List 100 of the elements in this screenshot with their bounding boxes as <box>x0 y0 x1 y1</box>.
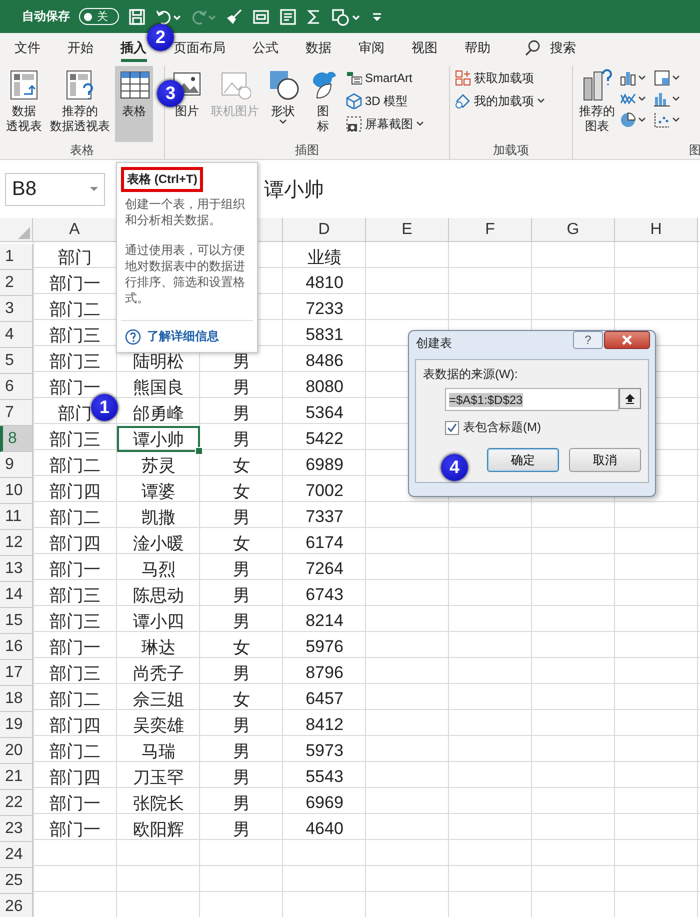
row-header[interactable]: 25 <box>0 868 33 894</box>
autosave-toggle[interactable]: 关 <box>79 8 119 25</box>
scatter-chart-icon[interactable] <box>654 112 670 128</box>
ribbon-button[interactable]: 我的加载项 <box>453 91 547 111</box>
row-header[interactable]: 1 <box>0 244 33 270</box>
ribbon-button[interactable]: 屏幕截图 <box>344 114 426 134</box>
save-icon[interactable] <box>128 8 146 26</box>
shapes-icon[interactable] <box>331 8 361 26</box>
column-header[interactable]: H <box>615 218 698 242</box>
table-cell-text: 男 <box>233 818 250 840</box>
ribbon-tab[interactable]: 帮助 <box>464 33 490 62</box>
table-cell-text: 部门三 <box>50 584 100 606</box>
hierarchy-chart-icon[interactable] <box>654 70 670 86</box>
ribbon-button[interactable]: 3D 模型 <box>344 91 426 111</box>
dialog-title: 创建表 <box>416 334 453 352</box>
range-picker-button[interactable] <box>619 388 641 409</box>
table-cell: 7233 <box>306 299 344 319</box>
table-cell-text: 张院长 <box>133 792 184 814</box>
ribbon-button[interactable]: 图 标 <box>304 66 342 142</box>
row-header[interactable]: 6 <box>0 374 33 400</box>
ribbon-button[interactable]: SmartArt <box>344 68 426 88</box>
column-header[interactable]: E <box>366 218 449 242</box>
table-cell[interactable]: 谭小帅 <box>117 426 200 452</box>
ribbon-button[interactable]: 形状 <box>264 66 302 142</box>
table-cell-text: 男 <box>233 402 250 424</box>
dialog-button[interactable]: 取消 <box>569 448 641 472</box>
ribbon-tab[interactable]: 审阅 <box>358 33 384 62</box>
ribbon-tab[interactable]: 页面布局 <box>174 33 226 62</box>
close-button[interactable] <box>604 331 650 349</box>
statistic-chart-icon[interactable] <box>654 91 670 107</box>
row-header[interactable]: 12 <box>0 530 33 556</box>
ribbon-button[interactable]: 获取加载项 <box>453 68 547 88</box>
pie-chart-icon[interactable] <box>620 112 636 128</box>
row-header[interactable]: 23 <box>0 816 33 842</box>
row-header[interactable]: 17 <box>0 660 33 686</box>
checkbox[interactable] <box>445 420 459 434</box>
ribbon-button[interactable]: 推荐的 图表 <box>576 66 618 142</box>
row-header[interactable]: 9 <box>0 452 33 478</box>
row-header[interactable]: 16 <box>0 634 33 660</box>
line-chart-icon[interactable] <box>620 91 636 107</box>
column-header[interactable]: G <box>532 218 615 242</box>
column-header[interactable]: D <box>283 218 366 242</box>
input-field[interactable]: =$A$1:$D$23 <box>445 388 619 411</box>
search-label[interactable]: 搜索 <box>550 38 576 56</box>
undo-icon[interactable] <box>155 8 181 26</box>
row-header[interactable]: 20 <box>0 738 33 764</box>
brush-icon[interactable] <box>225 8 243 26</box>
row-header[interactable]: 2 <box>0 270 33 296</box>
row-header[interactable]: 22 <box>0 790 33 816</box>
column-header[interactable]: F <box>449 218 532 242</box>
caret-icon[interactable] <box>638 75 646 81</box>
table-cell-text: 女 <box>233 636 250 658</box>
table-cell-text: 部门二 <box>50 740 100 762</box>
ribbon-tab[interactable]: 开始 <box>68 33 94 62</box>
row-header[interactable]: 26 <box>0 894 33 917</box>
dialog-button[interactable]: 确定 <box>487 448 559 472</box>
column-chart-icon[interactable] <box>620 70 636 86</box>
table-cell: 5543 <box>306 767 344 787</box>
ribbon-tab[interactable]: 公式 <box>252 33 278 62</box>
row-header[interactable]: 3 <box>0 296 33 322</box>
caret-icon[interactable] <box>638 117 646 123</box>
caret-icon[interactable] <box>672 96 680 102</box>
form-icon[interactable] <box>252 8 270 26</box>
table-cell-text: 部门三 <box>50 324 100 346</box>
row-header[interactable]: 19 <box>0 712 33 738</box>
ribbon-tab[interactable]: 视图 <box>412 33 438 62</box>
formula-text[interactable]: 谭小帅 <box>264 176 324 202</box>
row-header[interactable]: 5 <box>0 348 33 374</box>
help-icon[interactable] <box>125 328 141 344</box>
name-box[interactable]: B8 <box>5 172 105 206</box>
caret-icon[interactable] <box>638 96 646 102</box>
search-icon[interactable] <box>524 38 542 56</box>
ribbon-button[interactable]: 推荐的 数据透视表 <box>47 66 113 142</box>
table-cell-text: 男 <box>233 792 250 814</box>
help-link[interactable]: 了解详细信息 <box>147 328 219 345</box>
row-header[interactable]: 18 <box>0 686 33 712</box>
ribbon-tab[interactable]: 数据 <box>306 33 332 62</box>
row-header[interactable]: 11 <box>0 504 33 530</box>
help-button[interactable]: ? <box>573 331 603 349</box>
row-header[interactable]: 13 <box>0 556 33 582</box>
row-header[interactable]: 7 <box>0 400 33 426</box>
row-header[interactable]: 10 <box>0 478 33 504</box>
column-header[interactable]: A <box>33 218 117 242</box>
step-badge: 1 <box>91 394 118 421</box>
ribbon-tab[interactable]: 文件 <box>14 33 40 62</box>
row-header[interactable]: 14 <box>0 582 33 608</box>
form-icon[interactable] <box>279 8 297 26</box>
row-header[interactable]: 8 <box>0 426 33 452</box>
row-header[interactable]: 15 <box>0 608 33 634</box>
sum-icon[interactable] <box>306 8 322 26</box>
table-cell-text: 部门四 <box>50 480 100 502</box>
row-header[interactable]: 4 <box>0 322 33 348</box>
caret-icon[interactable] <box>672 117 680 123</box>
row-header[interactable]: 21 <box>0 764 33 790</box>
checkbox-label[interactable]: 表包含标题(M) <box>463 419 541 436</box>
table-cell-text: 部门一 <box>50 558 100 580</box>
ribbon-button[interactable]: 数据 透视表 <box>3 66 45 142</box>
ribbon-button[interactable]: 表格 <box>115 66 153 142</box>
row-header[interactable]: 24 <box>0 842 33 868</box>
caret-icon[interactable] <box>672 75 680 81</box>
